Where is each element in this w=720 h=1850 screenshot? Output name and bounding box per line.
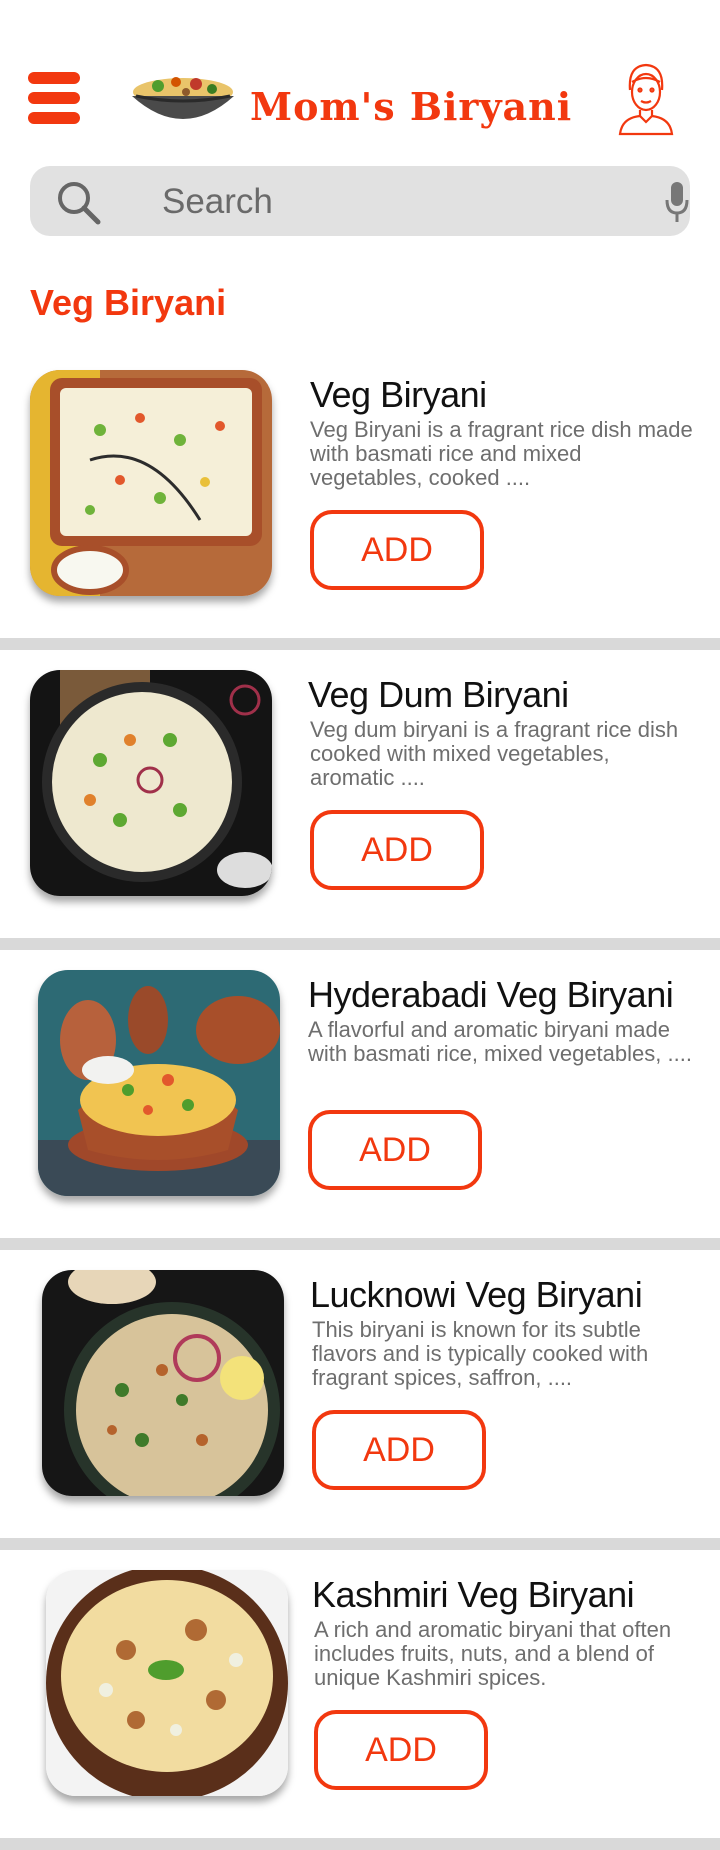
hamburger-menu-icon[interactable]	[28, 72, 80, 124]
add-button[interactable]: ADD	[314, 1710, 488, 1790]
user-avatar-icon[interactable]	[616, 60, 676, 136]
list-item: Kashmiri Veg Biryani A rich and aromatic…	[0, 1550, 720, 1850]
add-button[interactable]: ADD	[312, 1410, 486, 1490]
item-title: Hyderabadi Veg Biryani	[308, 974, 674, 1015]
veg-biryani-image[interactable]	[30, 370, 272, 596]
biryani-bowl-logo	[132, 77, 234, 119]
kashmiri-veg-biryani-image[interactable]	[46, 1570, 288, 1796]
search-bar	[30, 166, 690, 236]
section-title: Veg Biryani	[30, 282, 227, 323]
item-title: Veg Dum Biryani	[308, 674, 569, 715]
lucknowi-veg-biryani-image[interactable]	[42, 1270, 284, 1496]
item-title: Veg Biryani	[310, 374, 487, 415]
add-button[interactable]: ADD	[310, 510, 484, 590]
item-description: Veg dum biryani is a fragrant rice dish …	[310, 717, 679, 790]
search-icon[interactable]	[54, 178, 102, 226]
item-title: Kashmiri Veg Biryani	[312, 1574, 635, 1615]
app-header: Mom's Biryani	[0, 0, 720, 160]
biryani-list: Veg Biryani Veg Biryani is a fragrant ri…	[0, 350, 720, 1850]
list-item: Hyderabadi Veg Biryani A flavorful and a…	[0, 950, 720, 1250]
hyderabadi-veg-biryani-image[interactable]	[38, 970, 280, 1196]
item-description: A flavorful and aromatic biryani made wi…	[308, 1017, 692, 1066]
list-item: Lucknowi Veg Biryani This biryani is kno…	[0, 1250, 720, 1550]
list-item: Veg Dum Biryani Veg dum biryani is a fra…	[0, 650, 720, 950]
app-brand-name: Mom's Biryani	[250, 84, 573, 129]
item-description: This biryani is known for its subtle fla…	[312, 1317, 649, 1390]
item-description: Veg Biryani is a fragrant rice dish made…	[310, 417, 693, 490]
list-item: Veg Biryani Veg Biryani is a fragrant ri…	[0, 350, 720, 650]
add-button[interactable]: ADD	[308, 1110, 482, 1190]
item-title: Lucknowi Veg Biryani	[310, 1274, 643, 1315]
microphone-icon[interactable]	[664, 180, 690, 224]
item-description: A rich and aromatic biryani that often i…	[314, 1617, 672, 1690]
search-input[interactable]	[160, 176, 624, 228]
veg-dum-biryani-image[interactable]	[30, 670, 272, 896]
add-button[interactable]: ADD	[310, 810, 484, 890]
